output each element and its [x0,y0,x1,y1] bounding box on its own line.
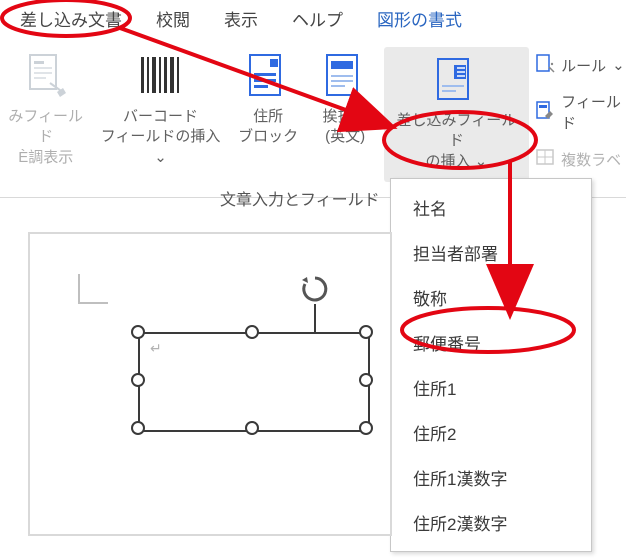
label: フィールド [561,91,626,133]
ribbon-group: みフィールド È調表示 バーコード フィールドの挿入 ⌄ [0,37,626,198]
tab-mailmerge[interactable]: 差し込み文書 [20,6,122,31]
rules-icon [535,53,555,77]
address-block-button[interactable]: 住所 ブロック [230,47,307,148]
label-line1: バーコード [123,107,198,127]
greeting-icon [317,47,373,103]
update-labels-button: 複数ラベ [535,147,626,171]
chevron-down-icon: ⌄ [612,56,625,74]
tab-help[interactable]: ヘルプ [292,6,343,31]
menu-item-addr2[interactable]: 住所2 [391,410,591,455]
highlight-merge-fields-button: みフィールド È調表示 [0,47,91,168]
barcode-field-button[interactable]: バーコード フィールドの挿入 ⌄ [91,47,229,168]
menu-item-addr1[interactable]: 住所1 [391,365,591,410]
label: 複数ラベ [561,149,621,170]
label-line2: の挿入 [425,153,470,170]
ribbon-mini-column: ルール ⌄ フィールド 複数ラベ [535,47,626,171]
label: ルール [561,55,606,76]
greeting-line-button[interactable]: 挨拶文 (英文) [307,47,384,148]
chevron-down-icon: ⌄ [475,153,488,170]
document-icon [18,47,74,103]
menu-item-company[interactable]: 社名 [391,185,591,230]
menu-item-addr2k[interactable]: 住所2漢数字 [391,500,591,545]
chevron-down-icon: ⌄ [154,149,167,166]
label-line1: 差し込みフィールド [390,111,524,152]
rules-button[interactable]: ルール ⌄ [535,53,626,77]
menu-item-postal[interactable]: 郵便番号 [391,320,591,365]
merge-field-dropdown: 社名 担当者部署 敬称 郵便番号 住所1 住所2 住所1漢数字 住所2漢数字 [390,178,592,552]
label-line2: È調表示 [18,148,73,168]
ribbon-tabs: 差し込み文書 校閲 表示 ヘルプ 図形の書式 [0,0,626,37]
selection-handles[interactable] [30,234,390,534]
label-line1: 挨拶文 [323,107,368,127]
address-block-icon [240,47,296,103]
tab-shape-format[interactable]: 図形の書式 [377,6,462,31]
tab-view[interactable]: 表示 [224,6,258,31]
tab-review[interactable]: 校閲 [156,6,190,31]
insert-merge-field-button[interactable]: 差し込みフィールド の挿入 ⌄ [384,47,530,182]
match-fields-button[interactable]: フィールド [535,91,626,133]
menu-item-dept[interactable]: 担当者部署 [391,230,591,275]
label-line2: (英文) [325,127,365,147]
label-line2: フィールドの挿入 [101,128,221,145]
match-fields-icon [535,100,555,124]
barcode-icon [133,47,189,103]
labels-icon [535,147,555,171]
label-line1: 住所 [253,107,283,127]
label-line1: みフィールド [6,107,85,148]
menu-item-title[interactable]: 敬称 [391,275,591,320]
menu-item-addr1k[interactable]: 住所1漢数字 [391,455,591,500]
ribbon-group-label: 文章入力とフィールド [220,186,380,210]
label-line2: ブロック [238,127,298,147]
insert-field-icon [428,51,484,107]
document-canvas[interactable]: ↵ [28,232,392,536]
